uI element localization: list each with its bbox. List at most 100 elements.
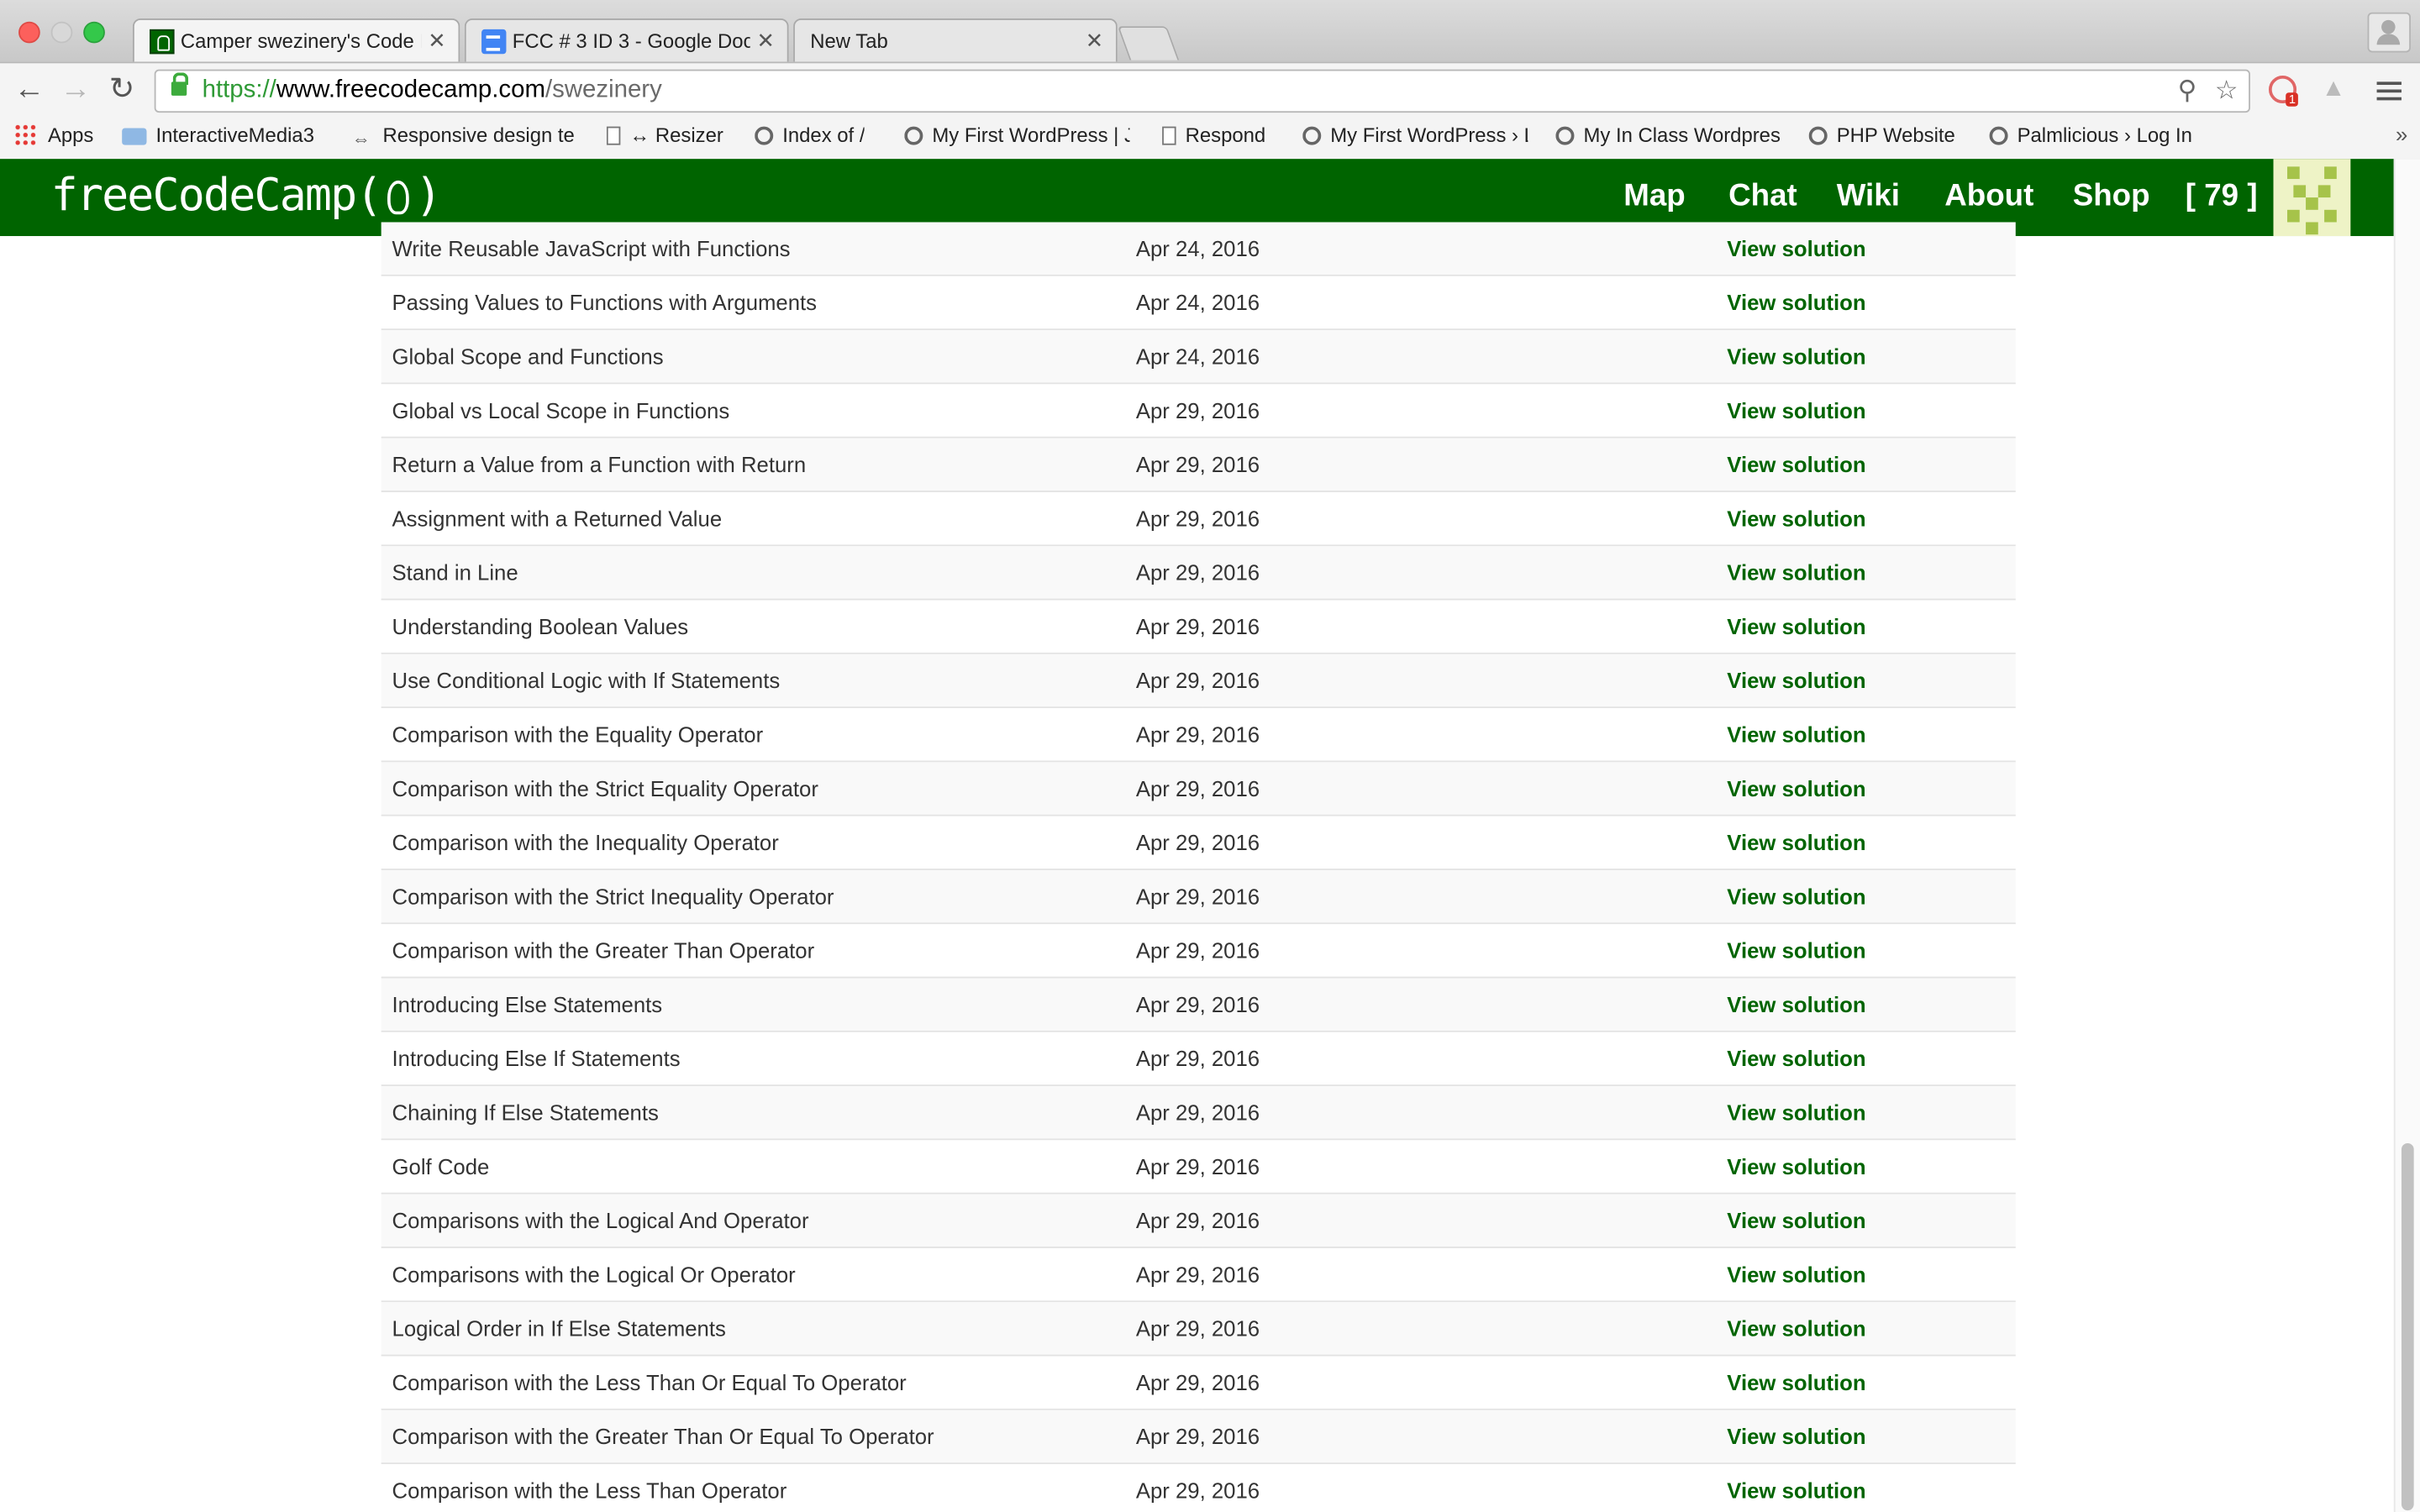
challenge-name: Global Scope and Functions — [392, 344, 664, 369]
challenge-name: Golf Code — [392, 1153, 490, 1179]
avatar[interactable] — [2273, 159, 2351, 237]
completion-date: Apr 29, 2016 — [1135, 830, 1260, 855]
view-solution-link[interactable]: View solution — [1727, 1478, 1865, 1503]
view-solution-link[interactable]: View solution — [1727, 830, 1865, 854]
bookmark-folder[interactable]: InteractiveMedia3 — [122, 123, 314, 151]
scrollbar-thumb[interactable] — [2401, 1143, 2414, 1511]
view-solution-link[interactable]: View solution — [1727, 452, 1865, 476]
tab-title: FCC # 3 ID 3 - Google Docs — [512, 29, 750, 53]
forward-arrow-icon[interactable]: → — [59, 72, 92, 106]
points-counter[interactable]: [ 79 ] — [2186, 179, 2258, 214]
tab-new-tab[interactable]: New Tab ✕ — [793, 18, 1118, 62]
bookmark-wp1[interactable]: My First WordPress | Just — [904, 123, 1129, 151]
zoom-window-button[interactable] — [83, 21, 105, 44]
close-tab-icon[interactable]: ✕ — [756, 28, 775, 54]
bookmark-label: Index of / — [782, 123, 865, 147]
view-solution-link[interactable]: View solution — [1727, 884, 1865, 908]
bookmark-responsive[interactable]: ⇔ Responsive design testing — [349, 123, 574, 151]
view-solution-link[interactable]: View solution — [1727, 614, 1865, 638]
bookmark-label: Respond — [1185, 123, 1266, 147]
tab-title: Camper swezinery's Code Portfolio | Free… — [180, 29, 422, 53]
address-bar[interactable]: https://www.freecodecamp.com/swezinery ⚲… — [154, 69, 2250, 113]
close-tab-icon[interactable]: ✕ — [428, 28, 446, 54]
nav-chat[interactable]: Chat — [1728, 179, 1797, 214]
table-row: Stand in Line Apr 29, 2016 View solution — [381, 546, 2016, 601]
bookmark-index[interactable]: Index of / — [755, 123, 865, 151]
nav-map[interactable]: Map — [1623, 179, 1685, 214]
view-solution-link[interactable]: View solution — [1727, 1370, 1865, 1394]
view-solution-link[interactable]: View solution — [1727, 506, 1865, 530]
lock-icon — [171, 72, 189, 96]
table-row: Comparison with the Greater Than Or Equa… — [381, 1410, 2016, 1465]
new-tab-button[interactable] — [1117, 26, 1180, 60]
view-solution-link[interactable]: View solution — [1727, 398, 1865, 423]
bookmark-label: Responsive design testing — [382, 123, 575, 147]
nav-about[interactable]: About — [1944, 179, 2033, 214]
drive-extension-icon[interactable]: ▲ — [2321, 76, 2354, 109]
close-tab-icon[interactable]: ✕ — [1086, 28, 1104, 54]
freecodecamp-logo[interactable]: freeCodeCamp() — [51, 168, 443, 220]
challenge-name: Comparison with the Less Than Or Equal T… — [392, 1370, 907, 1395]
table-row: Passing Values to Functions with Argumen… — [381, 276, 2016, 331]
minimize-window-button[interactable] — [50, 21, 73, 44]
bookmark-label: My First WordPress › Log — [1330, 123, 1528, 147]
reload-icon[interactable]: ↻ — [105, 72, 139, 106]
profile-icon[interactable] — [2367, 12, 2411, 53]
search-zoom-icon[interactable]: ⚲ — [2178, 76, 2197, 107]
table-row: Write Reusable JavaScript with Functions… — [381, 222, 2016, 276]
page-icon — [1162, 126, 1176, 145]
view-solution-link[interactable]: View solution — [1727, 1100, 1865, 1125]
view-solution-link[interactable]: View solution — [1727, 1154, 1865, 1179]
completion-date: Apr 29, 2016 — [1135, 1315, 1260, 1341]
page-icon — [606, 126, 621, 145]
bookmark-respond[interactable]: Respond — [1162, 123, 1265, 151]
bookmark-apps[interactable]: Apps — [13, 123, 93, 151]
view-solution-link[interactable]: View solution — [1727, 776, 1865, 801]
view-solution-link[interactable]: View solution — [1727, 236, 1865, 260]
view-solution-link[interactable]: View solution — [1727, 722, 1865, 747]
google-docs-favicon-icon — [481, 29, 507, 55]
completion-date: Apr 24, 2016 — [1135, 236, 1260, 261]
view-solution-link[interactable]: View solution — [1727, 668, 1865, 692]
challenge-name: Comparison with the Greater Than Operato… — [392, 937, 815, 963]
bookmark-resizer[interactable]: ↔ Resizer — [606, 123, 723, 151]
view-solution-link[interactable]: View solution — [1727, 1316, 1865, 1341]
tab-title: New Tab — [810, 29, 888, 53]
view-solution-link[interactable]: View solution — [1727, 1046, 1865, 1070]
view-solution-link[interactable]: View solution — [1727, 1424, 1865, 1448]
page-scrollbar[interactable] — [2393, 159, 2420, 1512]
completion-date: Apr 29, 2016 — [1135, 775, 1260, 801]
close-window-button[interactable] — [18, 21, 40, 44]
flame-icon — [387, 180, 409, 215]
bookmark-palmlicious[interactable]: Palmlicious › Log In — [1989, 123, 2192, 151]
bookmark-wp2[interactable]: My First WordPress › Log — [1302, 123, 1528, 151]
view-solution-link[interactable]: View solution — [1727, 344, 1865, 369]
table-row: Golf Code Apr 29, 2016 View solution — [381, 1140, 2016, 1194]
tab-google-doc[interactable]: FCC # 3 ID 3 - Google Docs ✕ — [464, 18, 789, 62]
view-solution-link[interactable]: View solution — [1727, 290, 1865, 314]
nav-wiki[interactable]: Wiki — [1837, 179, 1900, 214]
bookmark-php[interactable]: PHP Website — [1808, 123, 1955, 151]
view-solution-link[interactable]: View solution — [1727, 938, 1865, 963]
view-solution-link[interactable]: View solution — [1727, 992, 1865, 1016]
back-arrow-icon[interactable]: ← — [13, 72, 46, 106]
tab-camper-portfolio[interactable]: Camper swezinery's Code Portfolio | Free… — [132, 18, 460, 62]
extension-icon[interactable]: 1 — [2268, 75, 2302, 109]
bookmark-label: ↔ Resizer — [629, 123, 723, 147]
nav-shop[interactable]: Shop — [2073, 179, 2150, 214]
table-row: Introducing Else Statements Apr 29, 2016 V… — [381, 978, 2016, 1032]
more-bookmarks-icon[interactable]: » — [2396, 122, 2407, 146]
bookmark-star-icon[interactable]: ☆ — [2215, 76, 2238, 107]
wordpress-icon — [1302, 126, 1322, 145]
wordpress-icon — [1989, 126, 2008, 145]
view-solution-link[interactable]: View solution — [1727, 1208, 1865, 1232]
wordpress-icon — [755, 126, 774, 145]
bookmark-wp3[interactable]: My In Class Wordpress — [1555, 123, 1781, 151]
view-solution-link[interactable]: View solution — [1727, 1262, 1865, 1286]
bookmark-label: InteractiveMedia3 — [155, 123, 315, 147]
url-text[interactable]: https://www.freecodecamp.com/swezinery — [203, 77, 662, 105]
menu-icon[interactable] — [2376, 81, 2402, 101]
view-solution-link[interactable]: View solution — [1727, 560, 1865, 585]
bookmark-label: My First WordPress | Just — [932, 123, 1129, 147]
table-row: Assignment with a Returned Value Apr 29, … — [381, 491, 2016, 547]
